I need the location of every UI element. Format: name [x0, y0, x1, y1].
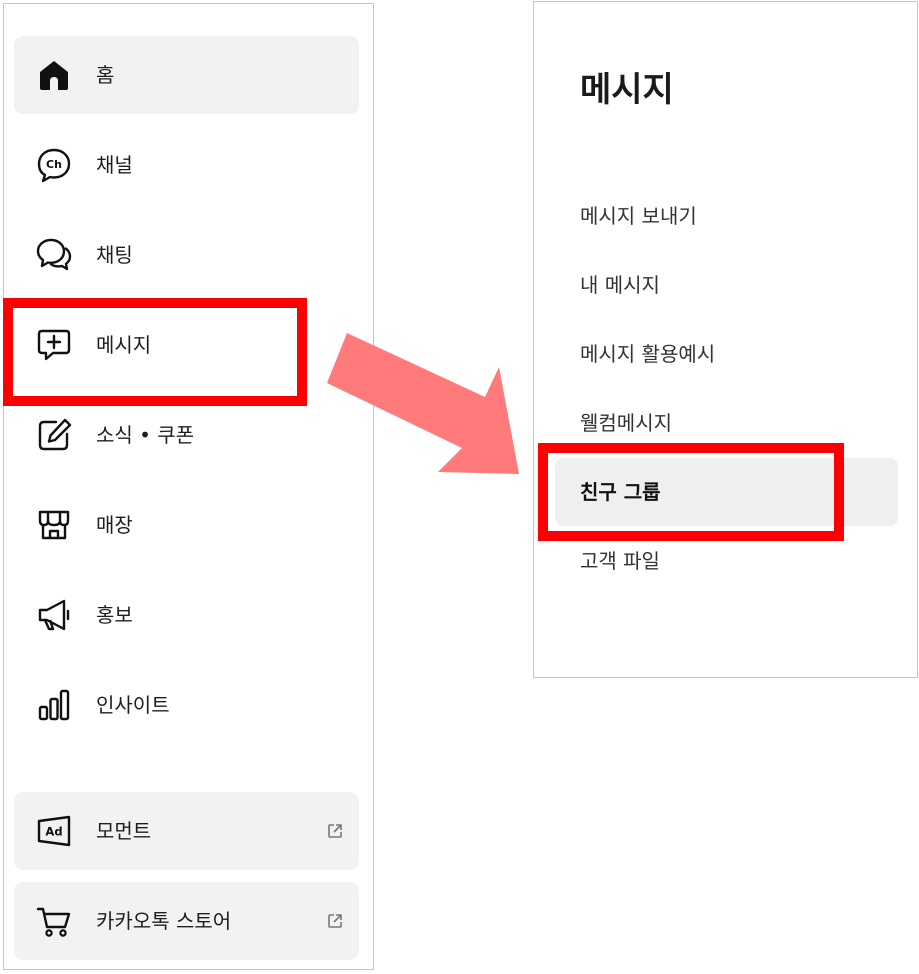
arrow-shape: [327, 333, 519, 474]
highlight-box-friend-group: [538, 443, 844, 541]
highlight-box-message: [3, 298, 307, 406]
